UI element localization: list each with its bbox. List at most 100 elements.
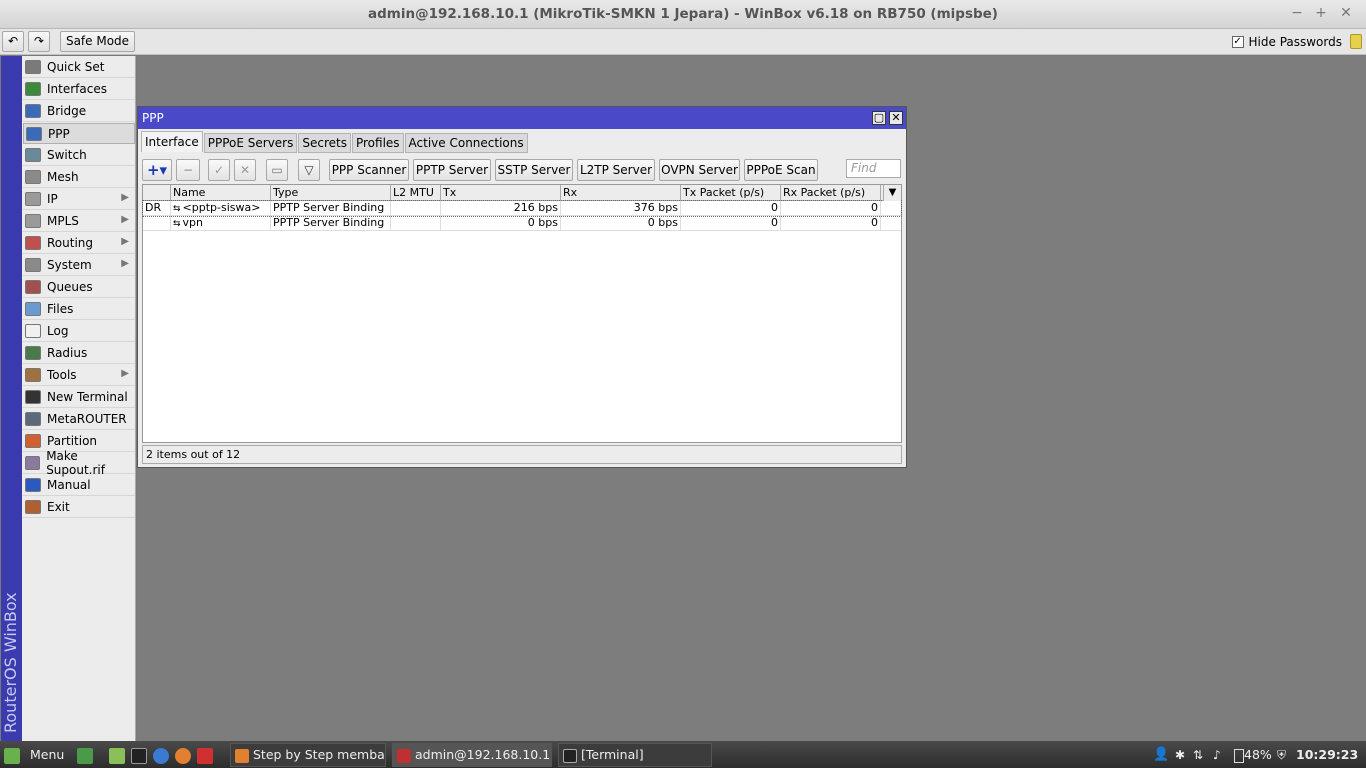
sidebar-item-label: Switch [47,148,87,162]
window-title: admin@192.168.10.1 (MikroTik-SMKN 1 Jepa… [368,6,998,22]
routing-icon [25,236,41,250]
sidebar-item-queues[interactable]: Queues [23,277,135,298]
sidebar-item-label: MetaROUTER [47,412,127,426]
cell-name-text: vpn [182,216,204,229]
ip-icon [25,192,41,206]
sidebar-item-make-supout-rif[interactable]: Make Supout.rif [23,449,135,477]
table-row[interactable]: ⇆ vpn PPTP Server Binding 0 bps 0 bps 0 0 [143,216,901,231]
column-header-tx-packet-p-s-[interactable]: Tx Packet (p/s) [681,185,781,201]
network-icon[interactable]: ⇅ [1193,744,1203,766]
column-header-type[interactable]: Type [271,185,391,201]
ppp-tabs: Interface PPPoE Servers Secrets Profiles Act… [141,131,529,153]
find-input[interactable]: Find [846,159,901,178]
cell-type: PPTP Server Binding [271,216,391,231]
close-window-icon[interactable]: ✕ [889,111,903,125]
comment-icon[interactable]: ▭ [266,159,288,181]
l2tp-server-button[interactable]: L2TP Server [577,159,655,181]
undo-button[interactable]: ↶ [2,31,24,52]
sidebar-item-ppp[interactable]: PPP [23,123,135,144]
hide-passwords-label: Hide Passwords [1248,34,1342,49]
sidebar-item-exit[interactable]: Exit [23,497,135,518]
folder-icon[interactable] [109,747,125,764]
sidebar-item-tools[interactable]: Tools ▶ [23,365,135,386]
vivaldi-icon[interactable] [197,747,213,764]
tab-interface[interactable]: Interface [141,131,203,152]
sidebar-item-metarouter[interactable]: MetaROUTER [23,409,135,430]
tab-pppoe-servers[interactable]: PPPoE Servers [203,133,298,153]
ovpn-server-button[interactable]: OVPN Server [659,159,740,181]
table-row[interactable]: DR ⇆ <pptp-siswa> PPTP Server Binding 216 bp… [142,200,902,217]
sidebar-item-quick-set[interactable]: Quick Set [23,57,135,78]
sidebar-item-bridge[interactable]: Bridge [23,101,135,122]
column-header-flags[interactable] [143,185,171,201]
sidebar-item-switch[interactable]: Switch [23,145,135,166]
redo-button[interactable]: ↷ [28,31,50,52]
taskbar-window-2[interactable]: admin@192.168.10.1... [392,743,552,767]
sidebar-item-new-terminal[interactable]: New Terminal [23,387,135,408]
lock-icon [1350,34,1362,49]
column-header-tx[interactable]: Tx [441,185,561,201]
terminal-launcher-icon[interactable] [131,747,147,764]
user-icon[interactable]: 👤 [1153,744,1169,766]
interfaces-icon [25,82,41,96]
shield-icon[interactable]: ⛨ [1277,744,1286,766]
table-header: Name Type L2 MTU Tx Rx Tx Packet (p/s) Rx Pack… [143,185,901,201]
sidebar-item-ip[interactable]: IP ▶ [23,189,135,210]
chromium-icon[interactable] [153,747,169,764]
sidebar-item-label: Radius [47,346,88,360]
sidebar-item-label: Partition [47,434,98,448]
tab-secrets[interactable]: Secrets [298,133,351,153]
clock[interactable]: 10:29:23 [1296,744,1358,766]
sidebar-item-mpls[interactable]: MPLS ▶ [23,211,135,232]
safe-mode-button[interactable]: Safe Mode [60,31,135,52]
pptp-server-button[interactable]: PPTP Server [413,159,491,181]
columns-dropdown-icon[interactable]: ▼ [883,185,901,201]
cell-flags [143,216,171,231]
add-icon[interactable]: +▾ [142,159,172,181]
maximize-icon[interactable]: + [1313,5,1329,21]
bluetooth-icon[interactable]: ✱ [1175,744,1185,766]
ppp-scanner-button[interactable]: PPP Scanner [329,159,409,181]
cell-txp: 0 [681,201,781,216]
manual-icon [25,478,41,492]
menu-button[interactable]: Menu [4,744,64,766]
cell-tx: 0 bps [441,216,561,231]
sidebar-item-label: Make Supout.rif [46,449,105,477]
enable-icon[interactable]: ✓ [208,159,230,181]
sidebar-item-radius[interactable]: Radius [23,343,135,364]
minimize-icon[interactable]: − [1289,5,1305,21]
sidebar-item-files[interactable]: Files [23,299,135,320]
pppoe-scan-button[interactable]: PPPoE Scan [744,159,818,181]
firefox-icon[interactable] [175,747,191,764]
submenu-arrow-icon: ▶ [121,368,129,379]
hide-passwords-checkbox[interactable]: ✓ [1231,35,1244,48]
remove-icon[interactable]: − [176,159,200,181]
cell-name: ⇆ vpn [171,216,271,231]
tab-active-connections[interactable]: Active Connections [404,133,528,153]
sidebar-item-mesh[interactable]: Mesh [23,167,135,188]
filter-icon[interactable]: ▽ [298,159,320,181]
pptp-interface-icon: ⇆ [173,219,181,229]
taskbar-window-1[interactable]: Step by Step memba... [230,743,386,767]
disable-icon[interactable]: ✕ [234,159,256,181]
column-header-name[interactable]: Name [171,185,271,201]
show-desktop-icon[interactable] [77,747,93,764]
taskbar-window-3[interactable]: [Terminal] [558,743,712,767]
cell-type: PPTP Server Binding [271,201,391,216]
hide-passwords-option[interactable]: ✓ Hide Passwords [1231,34,1362,49]
sstp-server-button[interactable]: SSTP Server [495,159,573,181]
battery-indicator[interactable]: 48% [1234,744,1272,766]
tab-profiles[interactable]: Profiles [351,133,404,153]
sidebar-item-log[interactable]: Log [23,321,135,342]
volume-icon[interactable]: ♪ [1213,744,1221,766]
column-header-rx-packet-p-s-[interactable]: Rx Packet (p/s) [781,185,881,201]
sidebar-item-routing[interactable]: Routing ▶ [23,233,135,254]
partition-icon [25,434,41,448]
maximize-window-icon[interactable]: ▢ [872,111,886,125]
sidebar-item-interfaces[interactable]: Interfaces [23,79,135,100]
sidebar-item-manual[interactable]: Manual [23,475,135,496]
close-icon[interactable]: ✕ [1338,5,1354,21]
column-header-rx[interactable]: Rx [561,185,681,201]
sidebar-item-system[interactable]: System ▶ [23,255,135,276]
column-header-l2-mtu[interactable]: L2 MTU [391,185,441,201]
